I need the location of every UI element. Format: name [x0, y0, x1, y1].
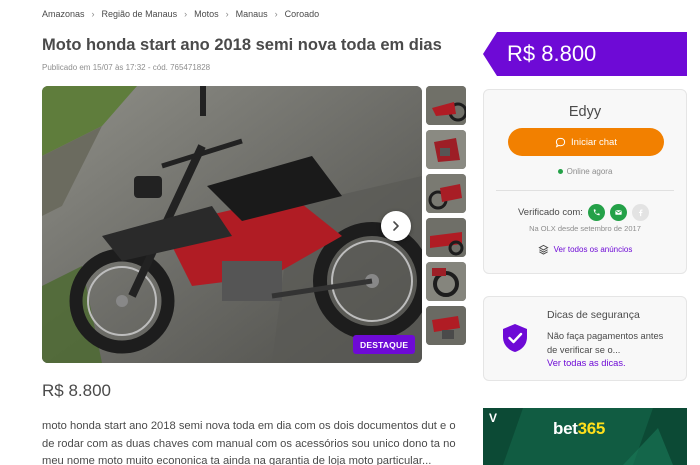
ad-mark: V [489, 411, 498, 425]
photo-thumbnail[interactable] [426, 130, 466, 169]
photo-thumbnail[interactable] [426, 174, 466, 213]
safety-tips-card: Dicas de segurança Não faça pagamentos a… [483, 296, 687, 381]
breadcrumb-separator-icon: › [91, 9, 95, 19]
layers-icon [538, 244, 549, 255]
breadcrumb-item-coroado[interactable]: Coroado [285, 9, 320, 19]
breadcrumb-item-motos[interactable]: Motos [194, 9, 219, 19]
bet365-logo-number: 365 [577, 419, 606, 438]
listing-title: Moto honda start ano 2018 semi nova toda… [42, 36, 442, 54]
photo-thumbnail[interactable] [426, 306, 466, 345]
email-icon [609, 204, 627, 221]
safety-tips-title: Dicas de segurança [547, 309, 640, 321]
breadcrumb-item-amazonas[interactable]: Amazonas [42, 9, 85, 19]
featured-badge: DESTAQUE [353, 335, 416, 354]
listing-price: R$ 8.800 [42, 381, 111, 400]
breadcrumb-separator-icon: › [225, 9, 229, 19]
start-chat-label: Iniciar chat [571, 136, 617, 148]
listing-description: moto honda start ano 2018 semi nova toda… [42, 420, 456, 465]
photo-thumbnail[interactable] [426, 218, 466, 257]
photo-thumbnails [426, 86, 467, 350]
member-since: Na OLX desde setembro de 2017 [529, 224, 641, 233]
seller-divider [496, 190, 674, 191]
view-all-ads-link[interactable]: Ver todos os anúncios [484, 244, 686, 255]
view-all-ads-label: Ver todos os anúncios [553, 245, 633, 254]
online-status: Online agora [484, 167, 686, 176]
online-status-label: Online agora [566, 167, 613, 176]
verified-label: Verificado com: [518, 207, 583, 218]
seller-card: Edyy Iniciar chat Online agora Verificad… [483, 89, 687, 274]
online-dot-icon [557, 169, 563, 174]
bet365-logo: bet365 [553, 419, 605, 439]
phone-icon [587, 204, 605, 221]
photo-thumbnail[interactable] [426, 262, 466, 301]
chevron-right-icon [393, 221, 399, 231]
breadcrumb-separator-icon: › [274, 9, 278, 19]
breadcrumb-item-regiao[interactable]: Região de Manaus [102, 9, 178, 19]
safety-tips-link[interactable]: Ver todas as dicas. [547, 358, 626, 368]
breadcrumb-item-manaus[interactable]: Manaus [236, 9, 268, 19]
photo-thumbnail[interactable] [426, 86, 466, 125]
chat-bubble-icon [555, 137, 566, 148]
facebook-icon [631, 204, 649, 221]
start-chat-button[interactable]: Iniciar chat [508, 128, 664, 156]
breadcrumb-separator-icon: › [184, 9, 188, 19]
safety-tips-text: Não faça pagamentos antes de verificar s… [547, 331, 664, 355]
seller-name: Edyy [568, 104, 602, 120]
price-tag: R$ 8.800 [483, 32, 687, 76]
main-photo[interactable] [42, 86, 422, 363]
bet365-logo-brand: bet [553, 419, 578, 438]
shield-check-icon [503, 324, 527, 352]
ad-banner[interactable]: V bet365 [483, 408, 687, 465]
verified-with: Verificado com: [518, 204, 649, 221]
listing-meta: Publicado em 15/07 às 17:32 - cód. 76547… [42, 63, 211, 72]
next-photo-button[interactable] [381, 211, 411, 241]
breadcrumb: Amazonas › Região de Manaus › Motos › Ma… [42, 9, 319, 19]
